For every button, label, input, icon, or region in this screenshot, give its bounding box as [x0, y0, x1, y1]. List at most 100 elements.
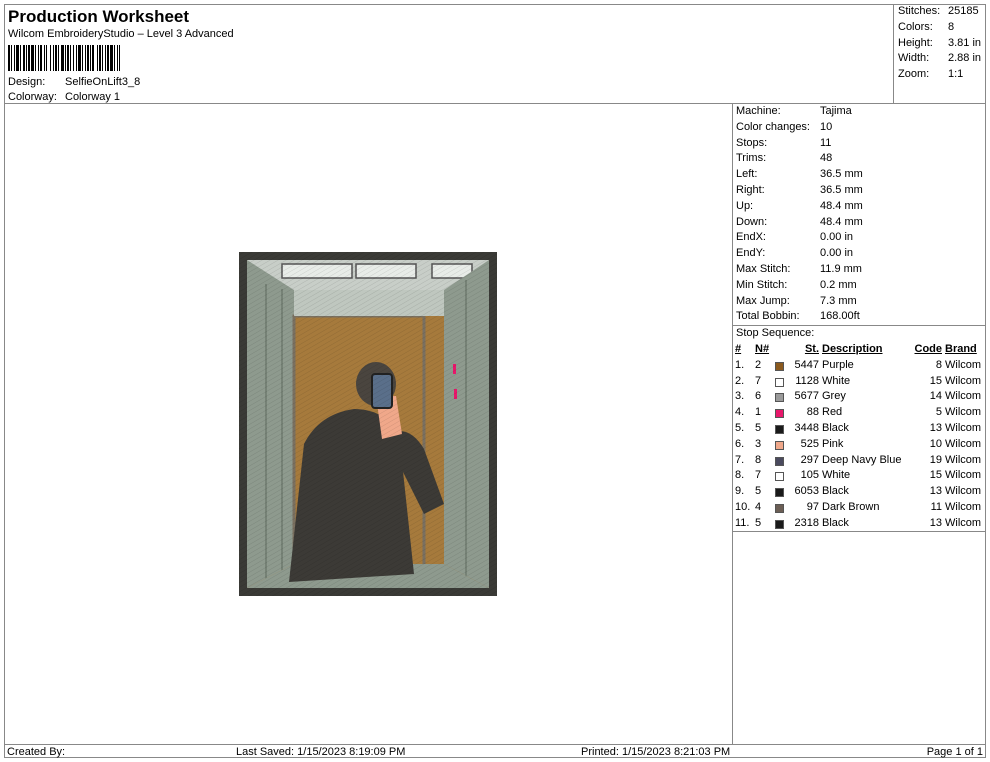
stop-sequence: Stop Sequence: # N# St. Description Code… [733, 325, 986, 532]
table-row: 5. 5 3448 Black 13 Wilcom [735, 420, 987, 436]
color-swatch [775, 488, 784, 498]
row-index: 7. [735, 453, 745, 466]
software-subtitle: Wilcom EmbroideryStudio – Level 3 Advanc… [8, 28, 234, 40]
col-header-description: Description [822, 343, 883, 355]
row-description: White [822, 374, 851, 387]
row-code: 15 [929, 469, 942, 482]
row-needle: 2 [755, 358, 762, 371]
table-row: 7. 8 297 Deep Navy Blue 19 Wilcom [735, 452, 987, 468]
row-brand: Wilcom [945, 469, 982, 482]
row-stitches: 5447 [775, 357, 822, 373]
col-header-stitches: St. [804, 343, 819, 355]
color-swatch [775, 393, 784, 403]
stat-row: Zoom: 1:1 [898, 68, 964, 81]
info-row: Stops: 11 [736, 136, 832, 149]
row-index: 6. [735, 437, 745, 450]
row-description: Black [822, 516, 849, 529]
row-brand: Wilcom [945, 437, 982, 450]
row-brand: Wilcom [945, 485, 982, 498]
table-row: 9. 5 6053 Black 13 Wilcom [735, 483, 987, 499]
row-stitches: 105 [775, 468, 822, 484]
stat-row: Colors: 8 [898, 20, 955, 33]
design-stats: Stitches: 25185 Colors: 8 Height: 3.81 in W… [894, 4, 986, 104]
row-stitches: 2318 [775, 515, 822, 531]
row-code: 8 [935, 358, 942, 371]
row-needle: 7 [755, 469, 762, 482]
row-description: Black [822, 422, 849, 435]
col-header-index: # [735, 343, 742, 355]
row-code: 19 [929, 453, 942, 466]
worksheet-header: Production Worksheet Wilcom EmbroiderySt… [4, 4, 894, 104]
color-swatch [775, 361, 784, 371]
colorway-row: Colorway: Colorway 1 [8, 91, 120, 103]
color-swatch [775, 519, 784, 529]
row-stitches: 97 [775, 499, 822, 515]
row-stitches: 3448 [775, 420, 822, 436]
last-saved: Last Saved: 1/15/2023 8:19:09 PM [236, 746, 406, 758]
info-row: EndY: 0.00 in [736, 247, 854, 260]
row-brand: Wilcom [945, 374, 982, 387]
row-brand: Wilcom [945, 516, 982, 529]
info-row: Up: 48.4 mm [736, 199, 863, 212]
row-stitches: 5677 [775, 389, 822, 405]
row-index: 2. [735, 374, 745, 387]
row-code: 15 [929, 374, 942, 387]
table-row: 6. 3 525 Pink 10 Wilcom [735, 436, 987, 452]
info-row: Min Stitch: 0.2 mm [736, 278, 857, 291]
row-index: 1. [735, 358, 745, 371]
row-needle: 8 [755, 453, 762, 466]
info-row: Color changes: 10 [736, 120, 833, 133]
info-row: Total Bobbin: 168.00ft [736, 310, 860, 323]
row-stitches: 6053 [775, 483, 822, 499]
embroidery-design-preview [239, 252, 497, 596]
row-brand: Wilcom [945, 501, 982, 514]
row-code: 13 [929, 485, 942, 498]
row-description: Dark Brown [822, 501, 880, 514]
barcode-bar [120, 45, 122, 71]
row-index: 5. [735, 422, 745, 435]
row-needle: 3 [755, 437, 762, 450]
color-swatch [775, 504, 784, 514]
color-swatch [775, 409, 784, 419]
machine-info: Machine: Tajima Color changes: 10 Stops: 11… [733, 104, 986, 325]
table-header-row: # N# St. Description Code Brand [735, 341, 987, 357]
table-row: 4. 1 88 Red 5 Wilcom [735, 404, 987, 420]
table-row: 8. 7 105 White 15 Wilcom [735, 468, 987, 484]
created-by: Created By: [7, 746, 66, 758]
row-needle: 6 [755, 390, 762, 403]
col-header-needle: N# [755, 343, 770, 355]
info-row: Max Stitch: 11.9 mm [736, 262, 862, 275]
row-description: Purple [822, 358, 854, 371]
row-code: 11 [930, 501, 942, 514]
info-row: Down: 48.4 mm [736, 215, 863, 228]
col-header-code: Code [914, 343, 943, 355]
row-index: 8. [735, 469, 745, 482]
row-code: 14 [929, 390, 942, 403]
stat-row: Width: 2.88 in [898, 52, 982, 65]
row-index: 10. [735, 501, 751, 514]
design-value: SelfieOnLift3_8 [65, 76, 141, 88]
info-row: Right: 36.5 mm [736, 183, 863, 196]
row-index: 4. [735, 406, 745, 419]
table-row: 11. 5 2318 Black 13 Wilcom [735, 515, 987, 531]
row-description: Red [822, 406, 843, 419]
row-description: Black [822, 485, 849, 498]
page-number: Page 1 of 1 [926, 746, 983, 758]
row-index: 9. [735, 485, 745, 498]
info-row: Max Jump: 7.3 mm [736, 294, 857, 307]
barcode [8, 45, 222, 71]
row-brand: Wilcom [945, 358, 982, 371]
row-description: White [822, 469, 851, 482]
row-description: Pink [822, 437, 844, 450]
row-index: 11. [735, 516, 750, 529]
table-row: 3. 6 5677 Grey 14 Wilcom [735, 389, 987, 405]
stop-sequence-rows: 1. 2 5447 Purple 8 Wilcom 2. 7 1128 White 15 Wilcom… [735, 357, 987, 531]
stop-sequence-caption: Stop Sequence: [736, 327, 815, 339]
stat-row: Height: 3.81 in [898, 36, 982, 49]
row-stitches: 297 [775, 452, 822, 468]
design-row: Design: SelfieOnLift3_8 [8, 76, 140, 88]
row-stitches: 1128 [775, 373, 822, 389]
color-swatch [775, 425, 784, 435]
row-brand: Wilcom [945, 422, 982, 435]
row-code: 13 [929, 516, 942, 529]
